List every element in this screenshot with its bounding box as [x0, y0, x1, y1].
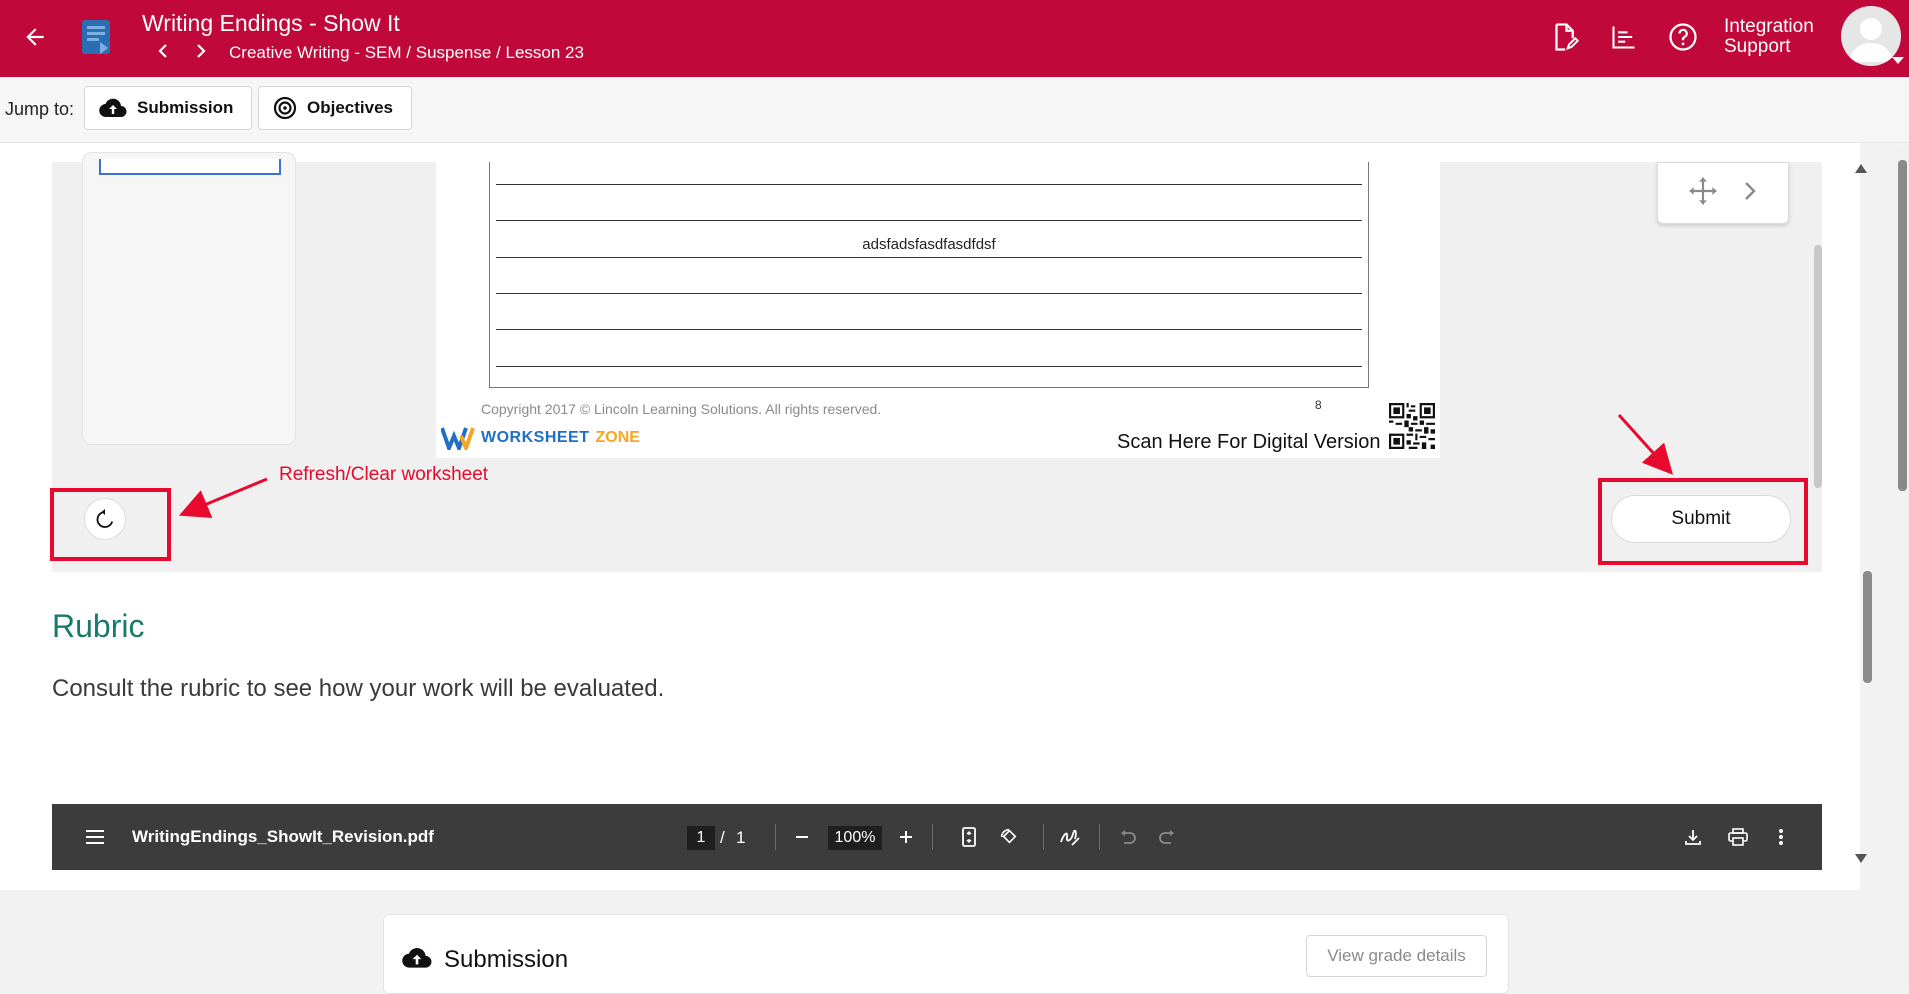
download-icon[interactable] — [1681, 824, 1705, 850]
main-content: adsfadsfasdfasdfdsf Copyright 2017 © Lin… — [0, 143, 1860, 890]
content-scrollbar-thumb[interactable] — [1863, 571, 1872, 683]
app-header: Writing Endings - Show It Creative Writi… — [0, 0, 1909, 77]
rubric-description: Consult the rubric to see how your work … — [52, 675, 665, 702]
pdf-filename: WritingEndings_ShowIt_Revision.pdf — [132, 827, 434, 846]
submission-heading: Submission — [444, 946, 569, 973]
scroll-up-icon[interactable] — [1855, 164, 1867, 173]
print-icon[interactable] — [1725, 824, 1751, 850]
redo-icon[interactable] — [1155, 824, 1179, 850]
breadcrumb[interactable]: Creative Writing - SEM / Suspense / Less… — [229, 43, 584, 63]
lesson-book-icon — [80, 18, 112, 56]
page-number-input[interactable]: 1 — [687, 826, 715, 850]
rubric-heading: Rubric — [52, 608, 145, 644]
worksheet-page: adsfadsfasdfasdfdsf Copyright 2017 © Lin… — [436, 162, 1440, 458]
annotation-label: Refresh/Clear worksheet — [279, 464, 489, 485]
jump-to-bar: Jump to: Submission Objectives — [0, 77, 1909, 143]
writing-line — [496, 366, 1362, 367]
scroll-down-icon[interactable] — [1855, 854, 1867, 863]
chevron-right-icon[interactable] — [1741, 179, 1759, 208]
menu-icon[interactable] — [82, 824, 108, 850]
more-options-icon[interactable] — [1771, 824, 1791, 850]
writing-line — [496, 184, 1362, 185]
chevron-left-icon[interactable] — [152, 40, 174, 62]
zoom-out-icon[interactable] — [792, 824, 812, 850]
writing-line — [496, 329, 1362, 330]
cloud-upload-icon — [402, 948, 432, 968]
page-title: Writing Endings - Show It — [142, 10, 400, 36]
gradebook-icon[interactable] — [1607, 20, 1641, 54]
jump-submission-button[interactable]: Submission — [84, 86, 253, 130]
submission-card: Submission View grade details — [383, 914, 1509, 994]
user-name[interactable]: Integration Support — [1724, 17, 1814, 57]
student-written-text[interactable]: adsfadsfasdfasdfdsf — [490, 236, 1368, 253]
pdf-toolbar: WritingEndings_ShowIt_Revision.pdf 1 / 1… — [52, 804, 1822, 870]
divider — [775, 824, 776, 850]
jump-submission-label: Submission — [137, 98, 234, 117]
breadcrumb-nav — [152, 40, 212, 62]
move-icon[interactable] — [1687, 175, 1719, 212]
page-separator: / — [720, 828, 725, 847]
rotate-icon[interactable] — [997, 824, 1021, 850]
qr-code-icon — [1389, 403, 1435, 449]
jump-objectives-label: Objectives — [307, 98, 393, 117]
writing-line — [496, 220, 1362, 221]
worksheet-action-bar — [52, 488, 1822, 554]
zoom-input[interactable]: 100% — [828, 826, 882, 850]
annotation-box-refresh — [50, 488, 171, 561]
cloud-upload-icon — [99, 98, 127, 118]
viewer-tools — [1657, 162, 1789, 224]
edit-document-icon[interactable] — [1547, 20, 1581, 54]
divider — [1099, 824, 1100, 850]
chevron-right-icon[interactable] — [190, 40, 212, 62]
writing-line — [496, 257, 1362, 258]
undo-icon[interactable] — [1116, 824, 1140, 850]
annotate-icon[interactable] — [1058, 824, 1082, 850]
help-icon[interactable] — [1666, 20, 1700, 54]
scan-caption: Scan Here For Digital Version — [1117, 431, 1381, 453]
divider — [932, 824, 933, 850]
target-icon — [273, 96, 297, 120]
back-arrow-icon[interactable] — [18, 20, 52, 54]
worksheet-page-number: 8 — [1315, 398, 1322, 412]
page-scrollbar-thumb[interactable] — [1898, 160, 1907, 491]
worksheet-zone-logo: WORKSHEET ZONE — [441, 426, 640, 450]
page-thumbnail[interactable] — [99, 159, 281, 175]
viewer-scrollbar-thumb[interactable] — [1814, 245, 1822, 488]
annotation-box-submit — [1598, 478, 1808, 565]
page-thumbnails — [82, 152, 296, 445]
divider — [1043, 824, 1044, 850]
writing-lines-box[interactable]: adsfadsfasdfasdfdsf — [489, 162, 1369, 388]
writing-line — [496, 293, 1362, 294]
zoom-in-icon[interactable] — [896, 824, 916, 850]
fit-page-icon[interactable] — [957, 824, 981, 850]
page-total: 1 — [736, 828, 746, 847]
copyright-text: Copyright 2017 © Lincoln Learning Soluti… — [481, 401, 882, 417]
view-grade-details-button[interactable]: View grade details — [1306, 935, 1487, 977]
jump-to-label: Jump to: — [5, 99, 75, 119]
avatar-dropdown-icon[interactable] — [1892, 57, 1904, 64]
jump-objectives-button[interactable]: Objectives — [258, 86, 412, 130]
